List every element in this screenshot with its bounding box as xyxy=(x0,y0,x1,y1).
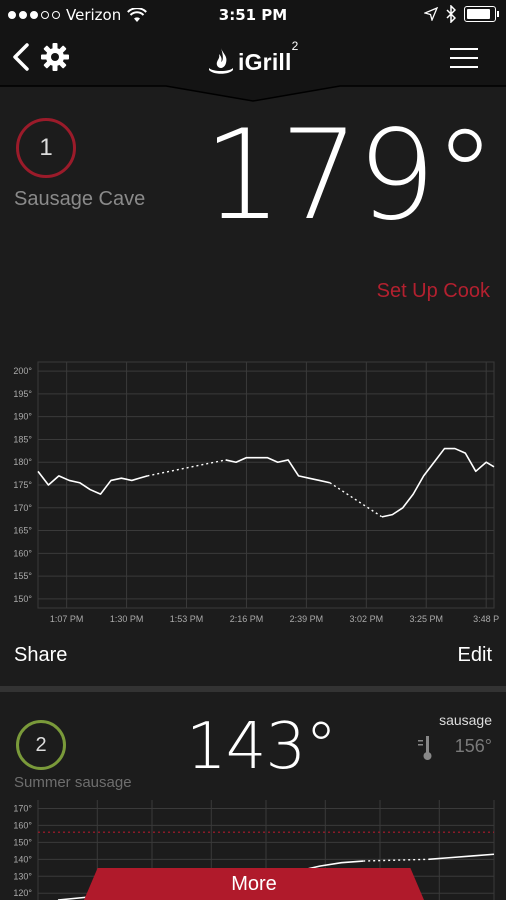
logo-text: iGrill2 xyxy=(238,39,299,75)
thermometer-icon xyxy=(418,736,432,760)
probe-1-card: 1 Sausage Cave 179° Set Up Cook 200° 195°… xyxy=(0,104,506,686)
probe-2-badge: 2 xyxy=(16,720,66,770)
chart-1-y-tick-label: 190° xyxy=(13,412,32,422)
chart-2-series-line xyxy=(428,853,495,861)
chart-1-x-tick-label: 1:53 PM xyxy=(170,614,204,624)
chart-1-series-line xyxy=(381,447,495,518)
chart-1-series-line xyxy=(37,470,148,495)
status-right xyxy=(424,5,499,23)
chart-1-y-tick-label: 180° xyxy=(13,457,32,467)
settings-gear-icon[interactable] xyxy=(40,42,70,72)
probe-2-target-temp: 156° xyxy=(454,736,492,756)
probe-1-temperature: 179° xyxy=(203,104,496,248)
chart-1-y-tick-label: 155° xyxy=(13,571,32,581)
chart-1-y-tick-label: 200° xyxy=(13,366,32,376)
chart-1-y-tick-label: 185° xyxy=(13,434,32,444)
chart-2-y-tick-label: 140° xyxy=(13,854,32,864)
chart-1-x-tick-label: 1:30 PM xyxy=(110,614,144,624)
chart-1-x-tick-label: 3:02 PM xyxy=(350,614,384,624)
edit-button[interactable]: Edit xyxy=(458,644,492,667)
probe-2-temperature: 143° xyxy=(186,710,337,784)
chart-2-y-tick-label: 170° xyxy=(13,803,32,813)
chart-1-series-gap-dashed xyxy=(329,482,383,518)
chart-1-y-tick-label: 175° xyxy=(13,480,32,490)
nav-bar-notch xyxy=(0,84,506,102)
chart-2-y-tick-label: 150° xyxy=(13,837,32,847)
probe-2-target-label: sausage xyxy=(439,712,492,728)
probe-2-name: Summer sausage xyxy=(14,774,132,791)
bluetooth-icon xyxy=(446,5,456,23)
chart-1-y-tick-label: 170° xyxy=(13,503,32,513)
flame-logo-icon xyxy=(209,48,233,74)
chart-1-y-tick-label: 165° xyxy=(13,526,32,536)
chart-1-x-tick-label: 2:16 PM xyxy=(230,614,264,624)
back-chevron-icon[interactable] xyxy=(10,42,32,72)
nav-bar: iGrill2 xyxy=(0,30,506,86)
probe-1-badge: 1 xyxy=(16,118,76,178)
chart-1-x-tick-label: 3:48 P xyxy=(473,614,499,624)
chart-1-y-tick-label: 150° xyxy=(13,594,32,604)
igrill-logo: iGrill2 xyxy=(208,39,299,76)
more-button[interactable]: More xyxy=(84,868,424,900)
chart-2-y-tick-label: 130° xyxy=(13,871,32,881)
battery-icon xyxy=(464,6,499,22)
chart-2-y-tick-label: 120° xyxy=(13,888,32,898)
chart-1-y-tick-label: 160° xyxy=(13,548,32,558)
hamburger-menu-icon[interactable] xyxy=(450,46,478,70)
chart-1-x-tick-label: 2:39 PM xyxy=(290,614,324,624)
chart-2-y-tick-label: 160° xyxy=(13,820,32,830)
chart-1-y-tick-label: 195° xyxy=(13,389,32,399)
probe-1-temperature-chart: 200° 195° 190° 185° 180° 175° 170° 165° 160° 155°… xyxy=(13,361,499,624)
status-bar: Verizon 3:51 PM xyxy=(0,0,506,30)
chart-1-x-tick-label: 1:07 PM xyxy=(50,614,84,624)
probe-1-name: Sausage Cave xyxy=(14,188,146,210)
location-arrow-icon xyxy=(424,7,438,21)
chart-1-series-line xyxy=(225,456,331,484)
set-up-cook-button[interactable]: Set Up Cook xyxy=(377,280,490,303)
share-button[interactable]: Share xyxy=(14,644,67,667)
chart-1-x-tick-label: 3:25 PM xyxy=(409,614,443,624)
